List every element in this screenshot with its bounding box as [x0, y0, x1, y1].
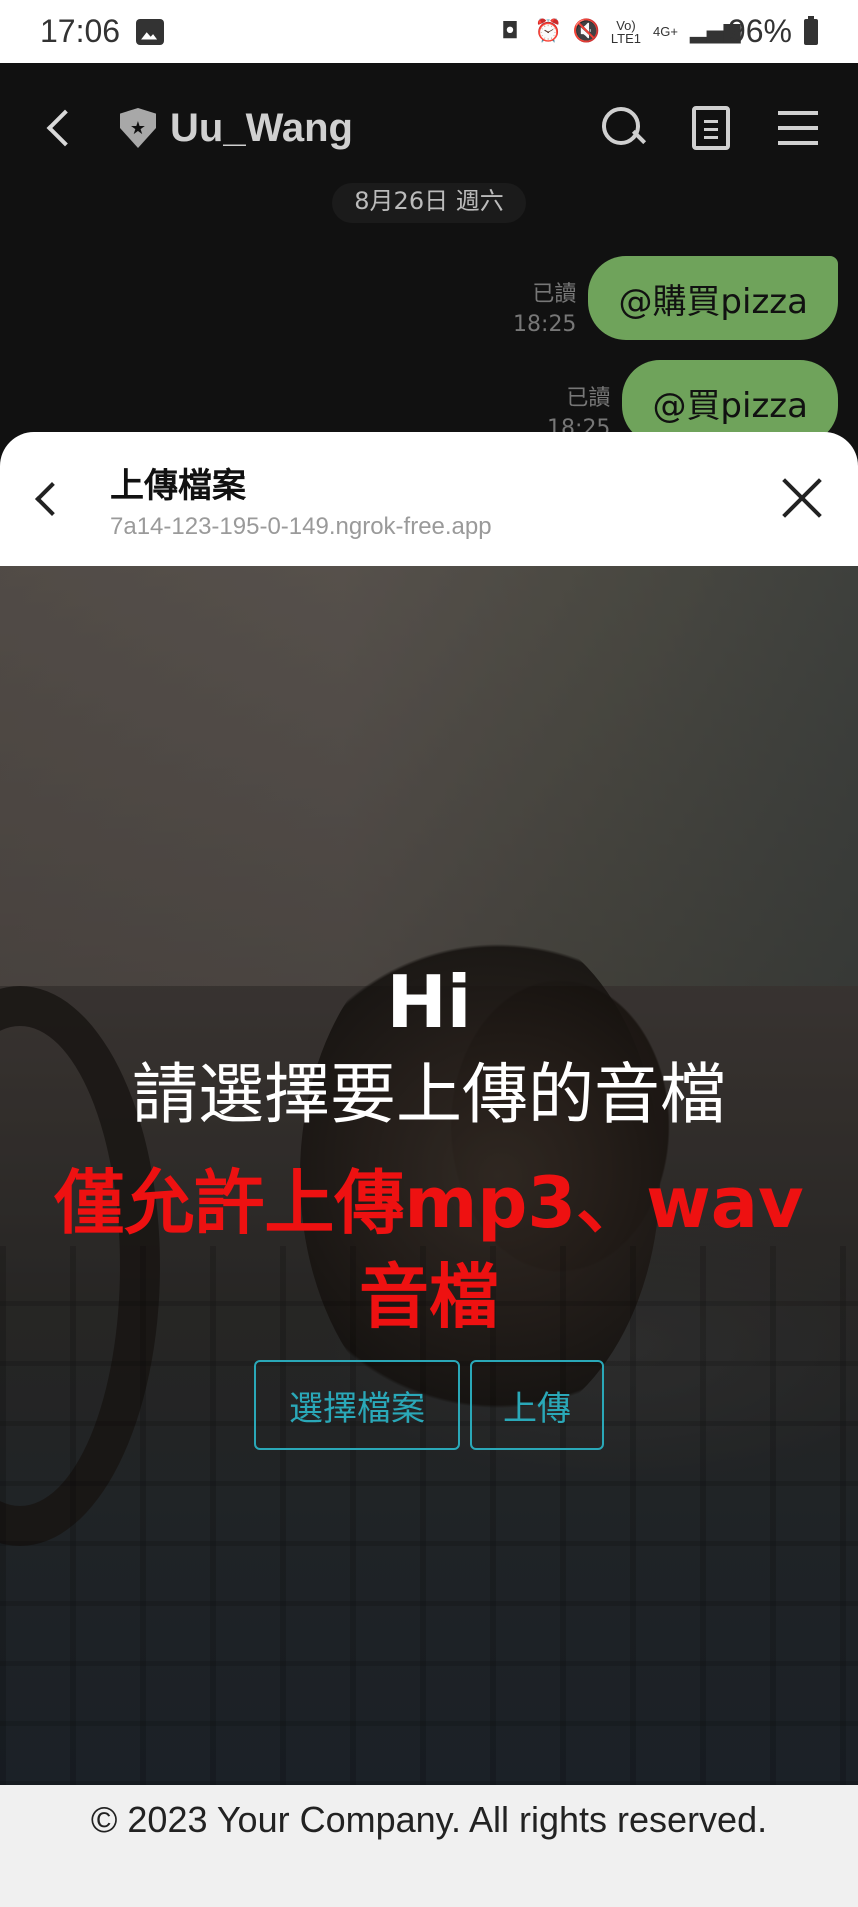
- network-type: 4G+: [653, 24, 678, 39]
- status-time: 17:06: [40, 13, 121, 49]
- message-meta: 已讀 18:25: [513, 280, 576, 340]
- choose-file-button[interactable]: 選擇檔案: [254, 1360, 460, 1450]
- sheet-back-icon[interactable]: [35, 482, 69, 516]
- header-actions: [602, 106, 818, 150]
- chat-header: ★ Uu_Wang: [0, 63, 858, 193]
- signal-icon: ▂▄▆: [689, 18, 741, 44]
- photo-notification-icon: [136, 18, 165, 45]
- alarm-icon: ⏰: [534, 18, 563, 44]
- hero-section: Hi 請選擇要上傳的音檔 僅允許上傳mp3、wav音檔 選擇檔案 上傳: [0, 566, 858, 1785]
- message-bubble[interactable]: @購買pizza: [588, 256, 838, 340]
- battery-percent: 96%: [727, 13, 792, 49]
- status-bar: 17:06 ◘ ⏰ 🔇 Vo) LTE1 4G+ ▂▄▆ 96%: [0, 0, 858, 63]
- upload-sheet: 上傳檔案 7a14-123-195-0-149.ngrok-free.app H…: [0, 432, 858, 1907]
- date-chip: 8月26日 週六: [332, 183, 526, 223]
- sheet-titles: 上傳檔案 7a14-123-195-0-149.ngrok-free.app: [110, 458, 492, 541]
- volte-bottom: LTE1: [610, 30, 642, 46]
- chat-title[interactable]: Uu_Wang: [170, 106, 353, 151]
- button-row: 選擇檔案 上傳: [0, 1360, 858, 1450]
- message-time: 18:25: [513, 312, 577, 337]
- read-receipt: 已讀: [566, 386, 611, 411]
- upload-button[interactable]: 上傳: [470, 1360, 604, 1450]
- close-icon[interactable]: [782, 478, 822, 518]
- sheet-title: 上傳檔案: [110, 465, 246, 506]
- sheet-url: 7a14-123-195-0-149.ngrok-free.app: [110, 512, 492, 540]
- battery-icon: [804, 15, 818, 45]
- back-icon[interactable]: [46, 109, 84, 147]
- footer: © 2023 Your Company. All rights reserved…: [0, 1785, 858, 1907]
- bag-lock-icon: ◘: [501, 18, 519, 44]
- chat-message: 已讀 18:25 @購買pizza: [513, 256, 838, 340]
- greeting: Hi: [386, 960, 472, 1044]
- format-warning: 僅允許上傳mp3、wav音檔: [54, 1162, 804, 1338]
- volte-indicator: Vo) LTE1: [611, 19, 641, 45]
- search-icon[interactable]: [602, 107, 644, 149]
- read-receipt: 已讀: [532, 282, 577, 307]
- status-icons: ◘ ⏰ 🔇 Vo) LTE1 4G+ ▂▄▆ 96%: [497, 13, 818, 50]
- mute-icon: 🔇: [572, 18, 601, 44]
- official-shield-icon: ★: [120, 108, 156, 148]
- notes-icon[interactable]: [692, 106, 730, 150]
- menu-icon[interactable]: [778, 111, 818, 145]
- sheet-header: 上傳檔案 7a14-123-195-0-149.ngrok-free.app: [0, 432, 858, 566]
- hero-content: Hi 請選擇要上傳的音檔 僅允許上傳mp3、wav音檔 選擇檔案 上傳: [0, 956, 858, 1450]
- upload-prompt: 請選擇要上傳的音檔: [132, 1056, 726, 1133]
- footer-copyright: © 2023 Your Company. All rights reserved…: [90, 1799, 768, 1840]
